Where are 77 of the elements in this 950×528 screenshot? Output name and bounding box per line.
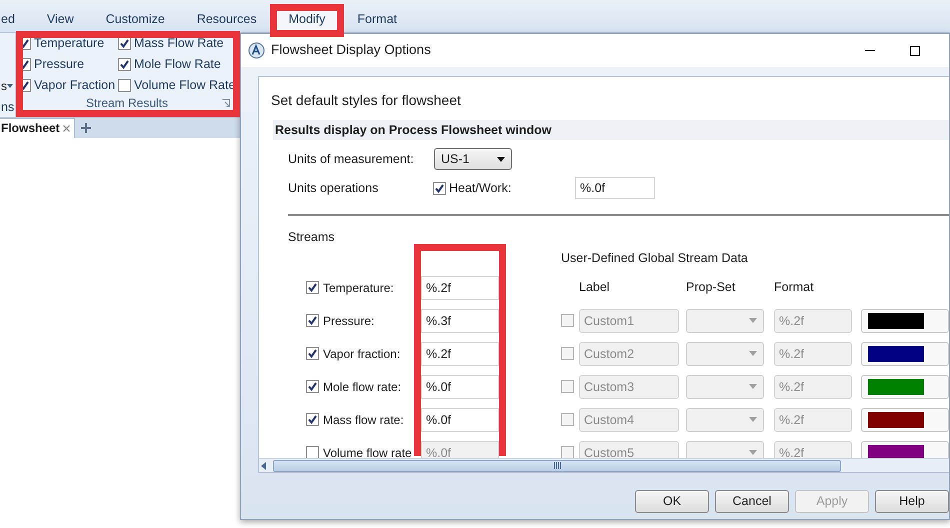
dialog-button[interactable]: OK <box>635 490 709 513</box>
maximize-icon <box>910 46 920 56</box>
checkbox[interactable] <box>118 37 131 50</box>
color-dropdown[interactable] <box>861 408 949 432</box>
checkbox[interactable] <box>306 446 319 458</box>
table-title: User-Defined Global Stream Data <box>561 250 749 268</box>
field-label: Units operations <box>288 180 380 197</box>
section-header: Results display on Process Flowsheet window <box>273 120 949 140</box>
close-icon[interactable] <box>62 125 70 132</box>
checkbox[interactable] <box>306 380 319 393</box>
checkbox[interactable] <box>306 314 319 327</box>
color-dropdown[interactable] <box>861 440 949 458</box>
units-dropdown[interactable]: US-1 <box>434 148 512 170</box>
checkbox[interactable] <box>306 347 319 360</box>
checkbox[interactable] <box>561 446 574 458</box>
option-label: Mole Flow Rate <box>134 56 221 74</box>
column-header: Prop-Set <box>686 279 736 296</box>
checkbox-label: Heat/Work: <box>449 180 512 197</box>
caret-icon <box>749 417 757 422</box>
format-field[interactable]: %.0f <box>421 408 499 432</box>
ribbon-group-label: ns <box>1 99 15 116</box>
checkbox[interactable] <box>118 79 131 92</box>
caret-icon <box>749 351 757 356</box>
dialog-button[interactable]: Help <box>875 490 949 513</box>
caret-icon <box>749 384 757 389</box>
caret-icon <box>749 450 757 455</box>
caret-icon <box>749 318 757 323</box>
ribbon-tab[interactable]: View <box>30 6 90 33</box>
add-tab-icon[interactable] <box>80 123 91 133</box>
ribbon-tab[interactable]: Resources <box>180 6 273 33</box>
dialog-launcher-icon[interactable] <box>222 99 230 107</box>
column-header: Format <box>774 279 815 296</box>
checkbox[interactable] <box>561 347 574 360</box>
ribbon-dropdown-button[interactable]: s <box>1 77 15 96</box>
scrollbar-thumb[interactable] <box>273 460 841 472</box>
format-field[interactable]: %.2f <box>421 342 499 366</box>
ribbon-tab[interactable]: Customize <box>90 6 181 33</box>
column-header: Label <box>579 279 611 296</box>
window-title: Flowsheet Display Options <box>271 41 431 60</box>
format-field[interactable]: %.2f <box>421 276 499 300</box>
caret-icon <box>7 84 13 88</box>
field-label: Mass flow rate: <box>323 412 405 428</box>
format-field[interactable]: %.0f <box>575 177 655 199</box>
ribbon-group-label: Stream Results <box>86 96 168 111</box>
color-dropdown[interactable] <box>861 308 949 332</box>
caret-icon <box>497 156 505 162</box>
field-label: Temperature: <box>323 280 395 296</box>
dialog-heading: Set default styles for flowsheet <box>271 91 462 110</box>
section-label: Streams <box>288 229 336 245</box>
field-label: Mole flow rate: <box>323 378 402 396</box>
checkbox[interactable] <box>433 182 446 194</box>
app-icon <box>248 42 265 59</box>
field-label: Pressure: <box>323 312 376 330</box>
checkbox[interactable] <box>561 314 574 327</box>
color-dropdown[interactable] <box>861 374 949 398</box>
checkbox[interactable] <box>561 380 574 393</box>
ribbon-tab[interactable]: Format <box>341 6 413 33</box>
checkbox[interactable] <box>118 58 131 71</box>
ribbon-tab[interactable]: ed <box>0 6 31 33</box>
field-label: Vapor fraction: <box>323 346 402 362</box>
scroll-left-icon[interactable] <box>259 460 269 470</box>
option-label: Mass Flow Rate <box>134 35 224 52</box>
field-label: Volume flow rate <box>323 444 413 458</box>
checkbox[interactable] <box>561 413 574 426</box>
option-label: Vapor Fraction <box>34 77 116 94</box>
format-field[interactable]: %.0f <box>421 374 499 398</box>
grip-icon <box>554 462 560 469</box>
option-label: Temperature <box>34 35 104 52</box>
dialog-button[interactable]: Cancel <box>715 490 789 513</box>
option-label: Pressure <box>34 56 84 74</box>
color-dropdown[interactable] <box>861 342 949 366</box>
document-tab[interactable]: Flowsheet <box>0 118 75 138</box>
checkbox[interactable] <box>306 281 319 294</box>
checkbox[interactable] <box>306 413 319 426</box>
format-field[interactable]: %.3f <box>421 308 499 332</box>
field-label: Units of measurement: <box>288 150 415 168</box>
minimize-icon <box>864 50 874 51</box>
